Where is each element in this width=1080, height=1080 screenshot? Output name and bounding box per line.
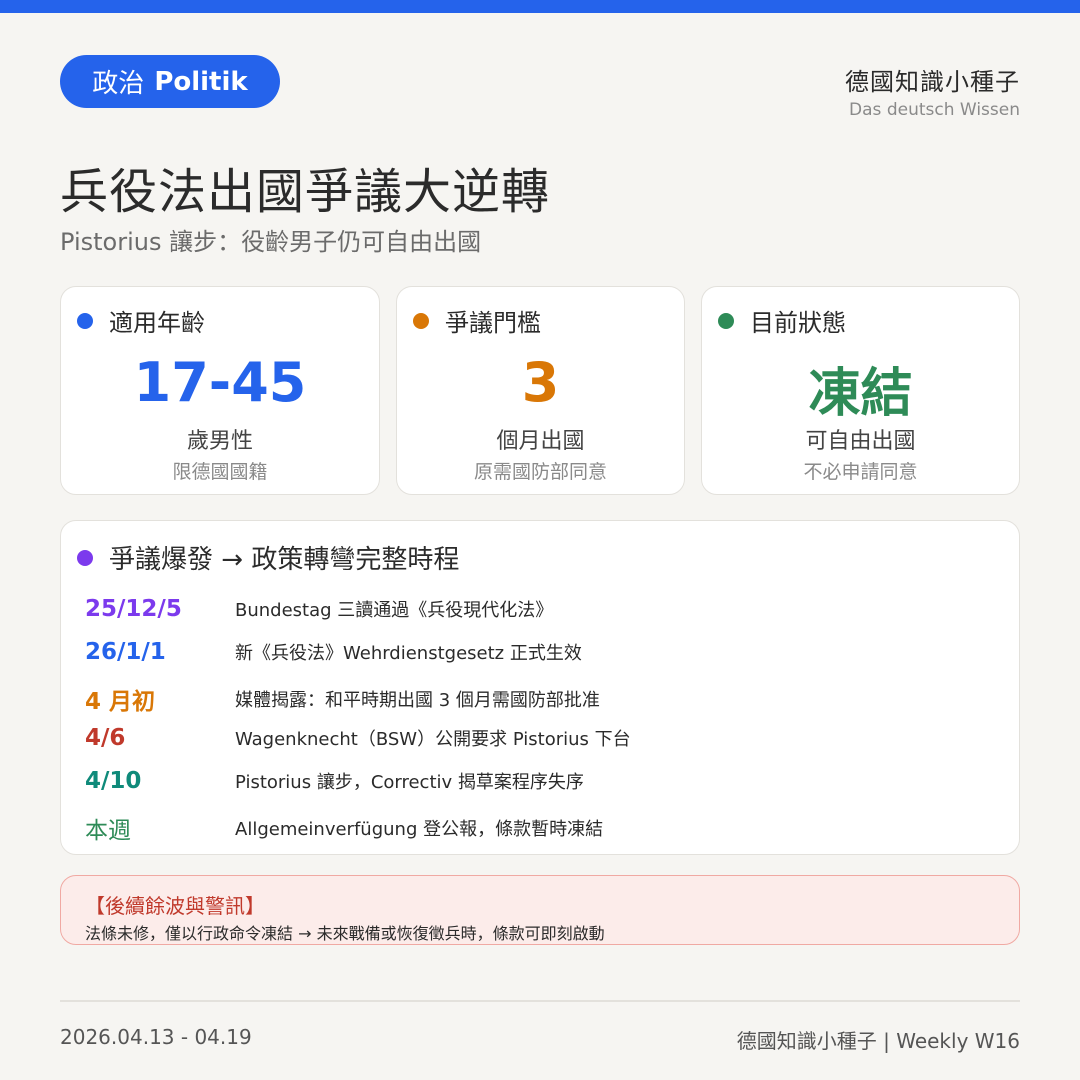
card-line1: 歲男性 <box>186 429 253 454</box>
warning-body: 法條未修，僅以行政命令凍結 → 未來戰備或恢復徵兵時，條款可即刻啟動 <box>85 924 605 943</box>
card-title: 適用年齡 <box>109 309 205 337</box>
timeline-event: Wagenknecht（BSW）公開要求 Pistorius 下台 <box>235 729 631 750</box>
timeline-date: 4/10 <box>85 768 142 794</box>
timeline-event: 新《兵役法》Wehrdienstgesetz 正式生效 <box>235 643 582 664</box>
brand-name-de: Das deutsch Wissen <box>849 100 1020 120</box>
dot-icon <box>718 312 734 329</box>
timeline-row: 4/10 Pistorius 讓步，Correctiv 揭草案程序失序 <box>85 768 584 794</box>
timeline-event: Pistorius 讓步，Correctiv 揭草案程序失序 <box>235 772 584 793</box>
card-line1: 可自由出國 <box>805 429 916 454</box>
timeline-row: 4 月初 媒體揭露：和平時期出國 3 個月需國防部批准 <box>85 682 600 716</box>
timeline-date: 25/12/5 <box>85 596 182 622</box>
card-title: 爭議門檻 <box>445 309 541 337</box>
card-line2: 不必申請同意 <box>803 461 918 483</box>
category-badge: 政治 Politik <box>60 55 280 108</box>
card-value: 凍結 <box>808 364 913 424</box>
timeline-card: 爭議爆發 → 政策轉彎完整時程 25/12/5 Bundestag 三讀通過《兵… <box>60 520 1020 855</box>
footer-date-range: 2026.04.13 - 04.19 <box>60 1025 252 1049</box>
timeline-event: Allgemeinverfügung 登公報，條款暫時凍結 <box>235 819 604 840</box>
warning-box: 【後續餘波與警訊】 法條未修，僅以行政命令凍結 → 未來戰備或恢復徵兵時，條款可… <box>60 875 1020 945</box>
card-head: 爭議門檻 <box>413 303 541 338</box>
category-zh: 政治 <box>92 69 145 99</box>
card-line2: 原需國防部同意 <box>473 461 607 483</box>
timeline-date: 4 月初 <box>85 689 156 715</box>
timeline-date: 本週 <box>85 818 131 844</box>
timeline-date: 4/6 <box>85 725 126 751</box>
card-head: 適用年齡 <box>77 303 205 338</box>
category-en: Politik <box>154 66 248 97</box>
top-accent-bar <box>0 0 1080 13</box>
dot-icon <box>77 549 93 566</box>
page-subtitle: Pistorius 讓步：役齡男子仍可自由出國 <box>60 228 482 256</box>
card-line2: 限德國國籍 <box>172 461 268 483</box>
timeline-row: 26/1/1 新《兵役法》Wehrdienstgesetz 正式生效 <box>85 639 582 665</box>
page-title: 兵役法出國爭議大逆轉 <box>60 164 551 220</box>
card-title: 目前狀態 <box>750 309 846 337</box>
footer-brand: 德國知識小種子 | Weekly W16 <box>736 1029 1020 1053</box>
timeline-head: 爭議爆發 → 政策轉彎完整時程 <box>77 539 459 576</box>
timeline-row: 4/6 Wagenknecht（BSW）公開要求 Pistorius 下台 <box>85 725 631 751</box>
card-threshold: 爭議門檻 3 個月出國 原需國防部同意 <box>396 286 685 495</box>
warning-title: 【後續餘波與警訊】 <box>85 894 265 918</box>
timeline-date: 26/1/1 <box>85 639 166 665</box>
card-value: 17-45 <box>133 351 307 414</box>
card-age: 適用年齡 17-45 歲男性 限德國國籍 <box>60 286 380 495</box>
timeline-row: 25/12/5 Bundestag 三讀通過《兵役現代化法》 <box>85 596 553 622</box>
brand-name-zh: 德國知識小種子 <box>845 68 1020 96</box>
timeline-event: 媒體揭露：和平時期出國 3 個月需國防部批准 <box>235 690 600 711</box>
dot-icon <box>77 312 93 329</box>
brand-block: 德國知識小種子 Das deutsch Wissen <box>845 62 1020 120</box>
dot-icon <box>413 312 429 329</box>
timeline-row: 本週 Allgemeinverfügung 登公報，條款暫時凍結 <box>85 811 603 845</box>
card-status: 目前狀態 凍結 可自由出國 不必申請同意 <box>701 286 1020 495</box>
card-value: 3 <box>521 351 560 414</box>
timeline-title: 爭議爆發 → 政策轉彎完整時程 <box>109 545 460 575</box>
card-head: 目前狀態 <box>718 303 846 338</box>
timeline-event: Bundestag 三讀通過《兵役現代化法》 <box>235 600 554 621</box>
card-line1: 個月出國 <box>496 429 585 454</box>
footer-divider <box>60 1000 1020 1002</box>
